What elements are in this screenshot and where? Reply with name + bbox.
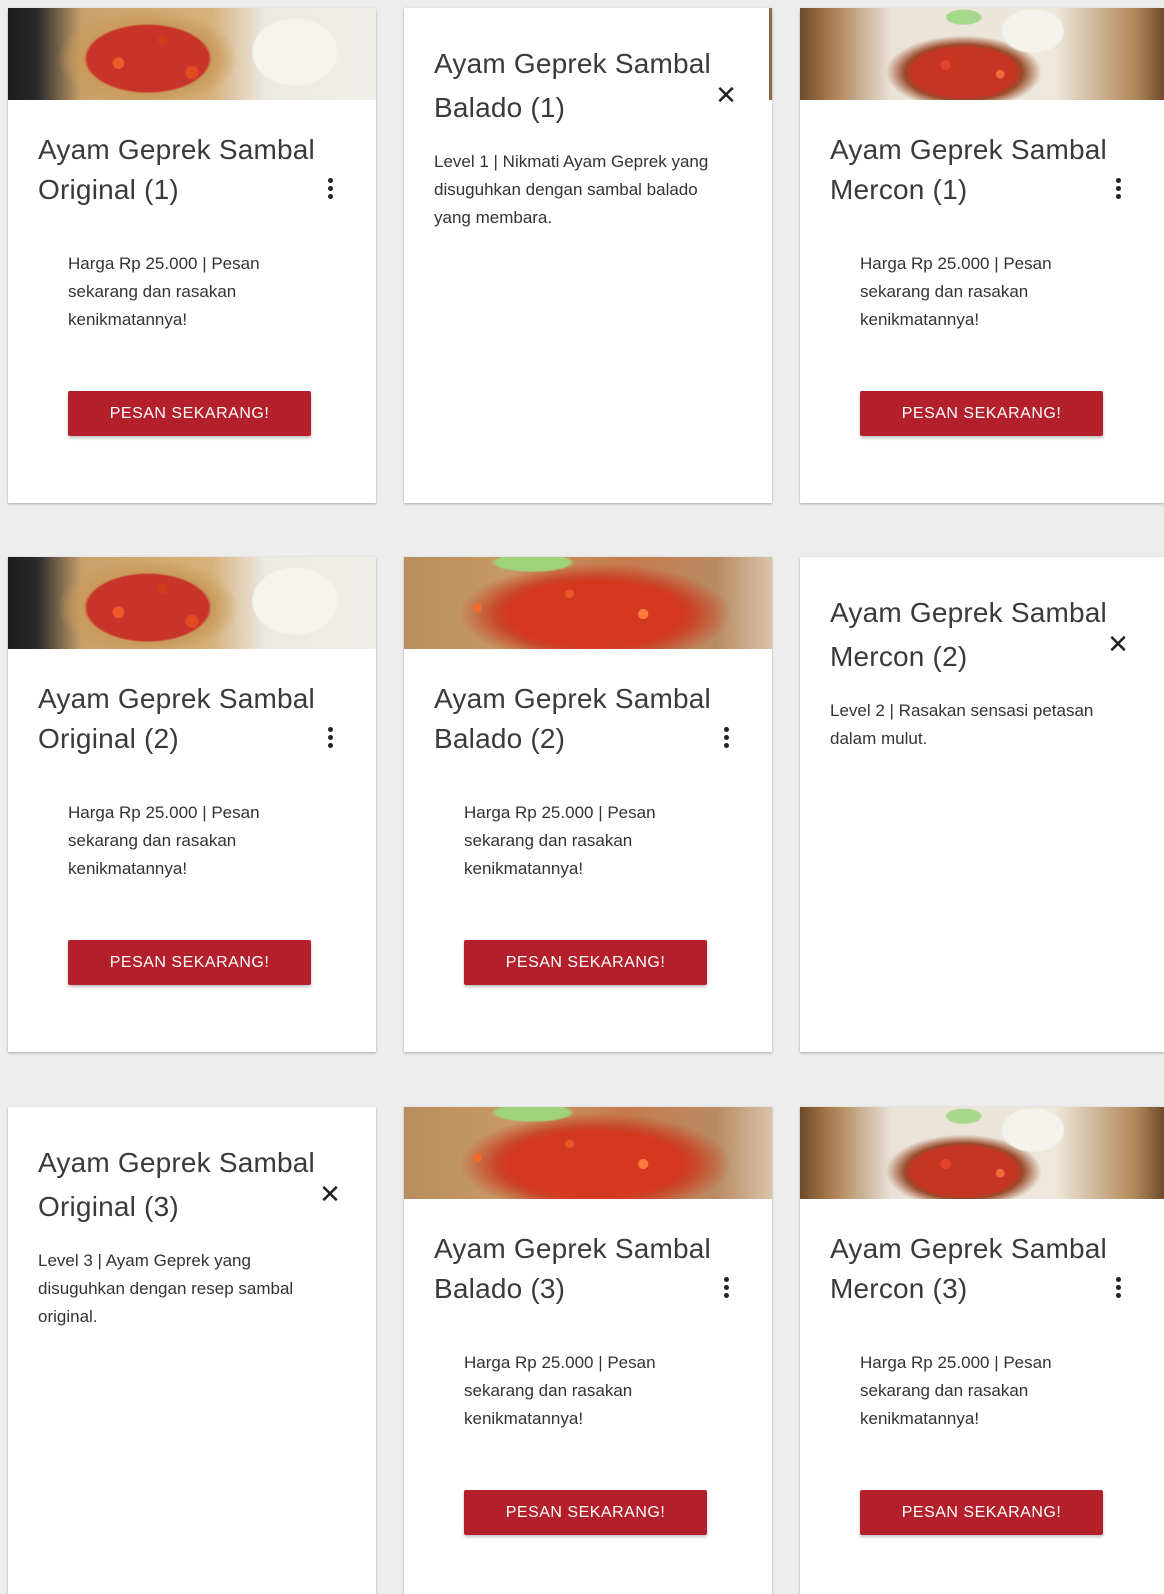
- card-title[interactable]: Ayam Geprek Sambal Mercon (3): [830, 1229, 1110, 1309]
- product-card: Ayam Geprek Sambal Balado (1) ✕ Level 1 …: [404, 8, 772, 503]
- order-now-button[interactable]: PESAN SEKARANG!: [68, 940, 311, 985]
- product-card[interactable]: Ayam Geprek Sambal Balado (2) Harga Rp 2…: [404, 557, 772, 1052]
- more-vert-icon[interactable]: [318, 176, 342, 200]
- card-description: Level 3 | Ayam Geprek yang disuguhkan de…: [38, 1251, 294, 1326]
- product-card[interactable]: Ayam Geprek Sambal Mercon (1) Harga Rp 2…: [800, 8, 1164, 503]
- food-image[interactable]: [404, 1107, 772, 1199]
- order-now-button[interactable]: PESAN SEKARANG!: [860, 391, 1103, 436]
- price-text: Harga Rp 25.000 | Pesan sekarang dan ras…: [464, 1353, 656, 1428]
- food-image[interactable]: [800, 8, 1164, 100]
- order-now-button[interactable]: PESAN SEKARANG!: [464, 940, 707, 985]
- card-title: Ayam Geprek Sambal Mercon (2): [830, 597, 1107, 672]
- more-vert-icon[interactable]: [318, 725, 342, 749]
- food-image[interactable]: [8, 557, 376, 649]
- product-card: Ayam Geprek Sambal Mercon (2) ✕ Level 2 …: [800, 557, 1164, 1052]
- card-title[interactable]: Ayam Geprek Sambal Original (2): [38, 679, 318, 759]
- product-card[interactable]: Ayam Geprek Sambal Mercon (3) Harga Rp 2…: [800, 1107, 1164, 1594]
- more-vert-icon[interactable]: [1106, 1275, 1130, 1299]
- more-vert-icon[interactable]: [714, 725, 738, 749]
- more-vert-icon[interactable]: [1106, 176, 1130, 200]
- order-now-button[interactable]: PESAN SEKARANG!: [68, 391, 311, 436]
- product-card-grid: Ayam Geprek Sambal Original (1) Harga Rp…: [0, 0, 1164, 1594]
- product-card[interactable]: Ayam Geprek Sambal Original (2) Harga Rp…: [8, 557, 376, 1052]
- price-text: Harga Rp 25.000 | Pesan sekarang dan ras…: [860, 1353, 1052, 1428]
- card-description: Level 2 | Rasakan sensasi petasan dalam …: [830, 701, 1094, 748]
- card-description: Level 1 | Nikmati Ayam Geprek yang disug…: [434, 152, 709, 227]
- close-icon[interactable]: ✕: [318, 1181, 342, 1207]
- food-image[interactable]: [404, 557, 772, 649]
- card-title[interactable]: Ayam Geprek Sambal Balado (3): [434, 1229, 714, 1309]
- close-icon[interactable]: ✕: [1106, 631, 1130, 657]
- food-image[interactable]: [800, 1107, 1164, 1199]
- food-image[interactable]: [8, 8, 376, 100]
- product-card[interactable]: Ayam Geprek Sambal Balado (3) Harga Rp 2…: [404, 1107, 772, 1594]
- order-now-button[interactable]: PESAN SEKARANG!: [464, 1490, 707, 1535]
- close-icon[interactable]: ✕: [714, 82, 738, 108]
- card-title: Ayam Geprek Sambal Balado (1): [434, 48, 711, 123]
- card-title: Ayam Geprek Sambal Original (3): [38, 1147, 315, 1222]
- food-image-edge: [769, 8, 772, 100]
- price-text: Harga Rp 25.000 | Pesan sekarang dan ras…: [68, 803, 260, 878]
- card-title[interactable]: Ayam Geprek Sambal Original (1): [38, 130, 318, 210]
- card-title[interactable]: Ayam Geprek Sambal Balado (2): [434, 679, 714, 759]
- product-card[interactable]: Ayam Geprek Sambal Original (1) Harga Rp…: [8, 8, 376, 503]
- price-text: Harga Rp 25.000 | Pesan sekarang dan ras…: [860, 254, 1052, 329]
- price-text: Harga Rp 25.000 | Pesan sekarang dan ras…: [464, 803, 656, 878]
- card-title[interactable]: Ayam Geprek Sambal Mercon (1): [830, 130, 1110, 210]
- order-now-button[interactable]: PESAN SEKARANG!: [860, 1490, 1103, 1535]
- product-card: Ayam Geprek Sambal Original (3) ✕ Level …: [8, 1107, 376, 1594]
- more-vert-icon[interactable]: [714, 1275, 738, 1299]
- price-text: Harga Rp 25.000 | Pesan sekarang dan ras…: [68, 254, 260, 329]
